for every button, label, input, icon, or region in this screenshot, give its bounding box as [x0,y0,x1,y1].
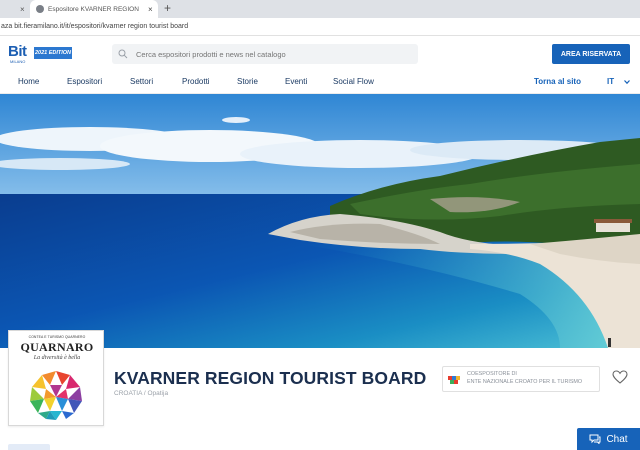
content-tab-hint[interactable] [8,444,50,450]
browser-tab-active[interactable]: Espositore KVARNER REGION × [30,0,158,18]
tab-close-icon[interactable]: × [20,5,25,14]
logo-badge: 2021 EDITION [34,47,72,59]
coexhibitor-card[interactable]: COESPOSITORE DI ENTE NAZIONALE CROATO PE… [442,366,600,392]
chevron-down-icon[interactable] [624,79,630,85]
bit-logo[interactable]: Bit 2021 EDITION MILANO [8,43,72,66]
logo-sub: MILANO [10,59,26,64]
main-nav: Home Espositori Settori Prodotti Storie … [0,72,640,94]
search-bar [112,44,418,64]
chat-label: Chat [606,433,628,445]
coexhibitor-label: COESPOSITORE DI [467,371,517,377]
coastline-photo [0,94,640,348]
heart-icon[interactable] [612,370,628,384]
url-text: aza bit.fieramilano.it/it/espositori/kva… [1,23,189,30]
reserved-area-button[interactable]: AREA RISERVATA [552,44,630,64]
nav-item-settori[interactable]: Settori [130,77,153,86]
tab-close-icon[interactable]: × [148,5,153,14]
nav-item-social-flow[interactable]: Social Flow [333,77,374,86]
exhibitor-name: KVARNER REGION TOURIST BOARD [114,368,427,388]
chat-button[interactable]: Chat [577,428,640,450]
logo-card-tagline: La diversità è bella [33,355,81,361]
address-bar[interactable]: aza bit.fieramilano.it/it/espositori/kva… [0,18,640,36]
nav-item-storie[interactable]: Storie [237,77,258,86]
kvarner-mosaic-logo [30,371,82,420]
language-select[interactable]: IT [607,77,614,86]
hero-image [0,94,640,348]
globe-icon [36,5,44,13]
coexhibitor-value: ENTE NAZIONALE CROATO PER IL TURISMO [467,379,583,385]
browser-tab-strip: × Espositore KVARNER REGION × + [0,0,640,18]
logo-card-brand: QUARNARO [20,340,94,354]
search-input[interactable] [136,49,406,59]
site-header: Bit 2021 EDITION MILANO AREA RISERVATA [0,36,640,72]
exhibitor-location: CROATIA / Opatija [114,390,169,397]
croatia-logo-icon [448,376,460,384]
nav-item-espositori[interactable]: Espositori [67,77,102,86]
search-icon [118,49,128,59]
nav-item-home[interactable]: Home [18,77,39,86]
logo-card-top-text: CONTEA E TURISMO QUARNERO [28,335,86,339]
chat-bubble-icon [589,434,601,444]
browser-tab-inactive[interactable]: × [0,0,30,18]
nav-item-prodotti[interactable]: Prodotti [182,77,210,86]
nav-item-eventi[interactable]: Eventi [285,77,307,86]
tab-title: Espositore KVARNER REGION [48,5,139,13]
back-to-site-link[interactable]: Torna al sito [534,77,581,86]
exhibitor-logo-card: CONTEA E TURISMO QUARNERO QUARNARO La di… [8,330,104,426]
new-tab-button[interactable]: + [164,1,171,15]
logo-text: Bit [8,43,27,60]
